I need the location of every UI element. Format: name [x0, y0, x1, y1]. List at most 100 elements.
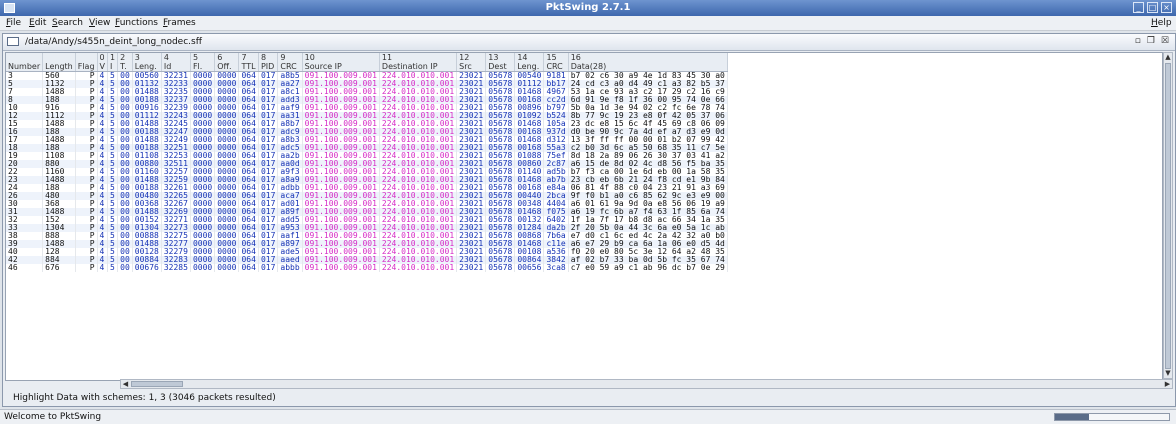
table-cell: 4 [97, 264, 109, 272]
close-window-icon[interactable]: ☒ [1161, 36, 1169, 46]
menu-view[interactable]: View [89, 18, 110, 28]
table-cell: 05678 [485, 264, 516, 272]
column-header[interactable]: Number [6, 53, 44, 72]
vertical-scroll-thumb[interactable] [1165, 63, 1171, 369]
table-cell: 00676 [132, 264, 162, 272]
maximize-icon[interactable]: □ [1147, 2, 1158, 13]
column-number: 12 [459, 53, 470, 62]
column-label: Number [8, 62, 41, 71]
table-cell: 23021 [456, 264, 487, 272]
table-row[interactable]: 46 676 P 4 5 00 00676 32285 0000 0000 064 017 abbb 09… [6, 264, 728, 272]
scroll-right-icon[interactable]: ▶ [1163, 380, 1172, 388]
column-header[interactable]: 7 TTL [238, 53, 259, 72]
menu-file[interactable]: File [6, 18, 21, 28]
column-number: 15 [546, 53, 557, 62]
column-label: CRC [546, 62, 563, 71]
horizontal-scrollbar[interactable]: ◀ ▶ [120, 379, 1173, 389]
column-number: 13 [488, 53, 499, 62]
column-label: Data(28) [570, 62, 607, 71]
column-label: CRC [280, 62, 297, 71]
menu-functions[interactable]: Functions [115, 18, 158, 28]
table-cell: 32285 [161, 264, 191, 272]
scroll-left-icon[interactable]: ◀ [121, 380, 130, 388]
menu-edit[interactable]: Edit [29, 18, 46, 28]
column-label: T. [120, 62, 127, 71]
column-label: Length [45, 62, 73, 71]
highlight-status: Highlight Data with schemes: 1, 3 (3046 … [13, 393, 276, 403]
column-label: Leng. [134, 62, 157, 71]
column-header[interactable]: Flag [75, 53, 98, 72]
column-header[interactable]: 4 Id [161, 53, 191, 72]
column-header[interactable]: 10 Source IP [302, 53, 380, 72]
column-header[interactable]: 12 Src [456, 53, 487, 72]
column-header[interactable]: 0V [97, 53, 109, 72]
column-label: Destination IP [381, 62, 438, 71]
column-header[interactable]: 3 Leng. [132, 53, 162, 72]
restore-icon[interactable]: ❐ [1147, 36, 1155, 46]
column-label: Src [459, 62, 472, 71]
table-cell: 017 [258, 264, 279, 272]
table-cell: 00656 [514, 264, 545, 272]
column-header[interactable]: 5 Fl. [190, 53, 216, 72]
document-icon [7, 37, 19, 46]
column-header[interactable]: 9 CRC [277, 53, 303, 72]
column-label: Fl. [192, 62, 203, 71]
horizontal-scroll-thumb[interactable] [131, 381, 183, 387]
scroll-down-icon[interactable]: ▼ [1164, 369, 1172, 378]
column-header[interactable]: 16 Data(28) [568, 53, 728, 72]
column-number: 3 [134, 53, 140, 62]
column-number: 11 [381, 53, 393, 62]
table-cell: 3ca8 [543, 264, 569, 272]
column-number: 9 [280, 53, 286, 62]
iconify-icon[interactable]: ▫ [1135, 36, 1141, 46]
menu-search[interactable]: Search [52, 18, 83, 28]
column-header[interactable]: 11 Destination IP [379, 53, 458, 72]
menu-bar: File Edit Search View Functions Frames H… [0, 16, 1176, 31]
table-cell: 0000 [214, 264, 240, 272]
table-cell: c7 e0 59 a9 c1 ab 96 dc b7 0e 29 [568, 264, 728, 272]
table-cell: 064 [238, 264, 259, 272]
vertical-scrollbar[interactable]: ▲ ▼ [1163, 52, 1173, 379]
table-cell: 091.100.009.001 [302, 264, 380, 272]
minimize-icon[interactable]: _ [1133, 2, 1144, 13]
column-number: 2 [120, 53, 126, 62]
table-cell: 5 [107, 264, 119, 272]
column-header[interactable]: 2 T. [117, 53, 133, 72]
column-number: 10 [304, 53, 315, 62]
column-header[interactable]: 1I [107, 53, 119, 72]
menu-help[interactable]: Help [1151, 18, 1172, 28]
column-label: Id [163, 62, 172, 71]
column-number: 8 [260, 53, 267, 62]
welcome-text: Welcome to PktSwing [4, 412, 102, 422]
progress-bar [1054, 413, 1170, 421]
document-title-bar: /data/Andy/s455n_deint_long_nodec.sff ▫ … [3, 34, 1175, 51]
column-number: 7 [241, 53, 247, 62]
column-label: V [99, 62, 106, 71]
file-path: /data/Andy/s455n_deint_long_nodec.sff [25, 37, 202, 47]
column-label: Flag [77, 62, 95, 71]
column-header[interactable]: 14 Leng. [514, 53, 545, 72]
menu-frames[interactable]: Frames [163, 18, 196, 28]
packet-table: Number Length Flag 0 V 1 I 2 T. 3 Leng. 4 Id 5 Fl. 6 Off… [5, 52, 1163, 381]
title-bar: PktSwing 2.7.1 _ □ × [0, 0, 1176, 16]
column-number: 6 [217, 53, 223, 62]
column-header[interactable]: Length [42, 53, 76, 72]
column-header[interactable]: 6 Off. [214, 53, 240, 72]
column-label: TTL [241, 62, 256, 71]
column-number: 4 [163, 53, 169, 62]
column-header[interactable]: 15 CRC [543, 53, 569, 72]
status-bar: Welcome to PktSwing [0, 409, 1176, 424]
column-number: 1 [110, 53, 116, 62]
table-cell: P [75, 264, 98, 272]
column-label: Leng. [517, 62, 540, 71]
scroll-up-icon[interactable]: ▲ [1164, 53, 1172, 62]
column-header[interactable]: 13 Dest [485, 53, 516, 72]
close-icon[interactable]: × [1161, 2, 1172, 13]
app-title: PktSwing 2.7.1 [545, 2, 631, 13]
column-header[interactable]: 8 PID [258, 53, 279, 72]
table-cell: abbb [277, 264, 303, 272]
table-cell: 46 [6, 264, 44, 272]
column-number: 16 [570, 53, 581, 62]
column-label: Off. [217, 62, 232, 71]
column-label: Dest [488, 62, 507, 71]
